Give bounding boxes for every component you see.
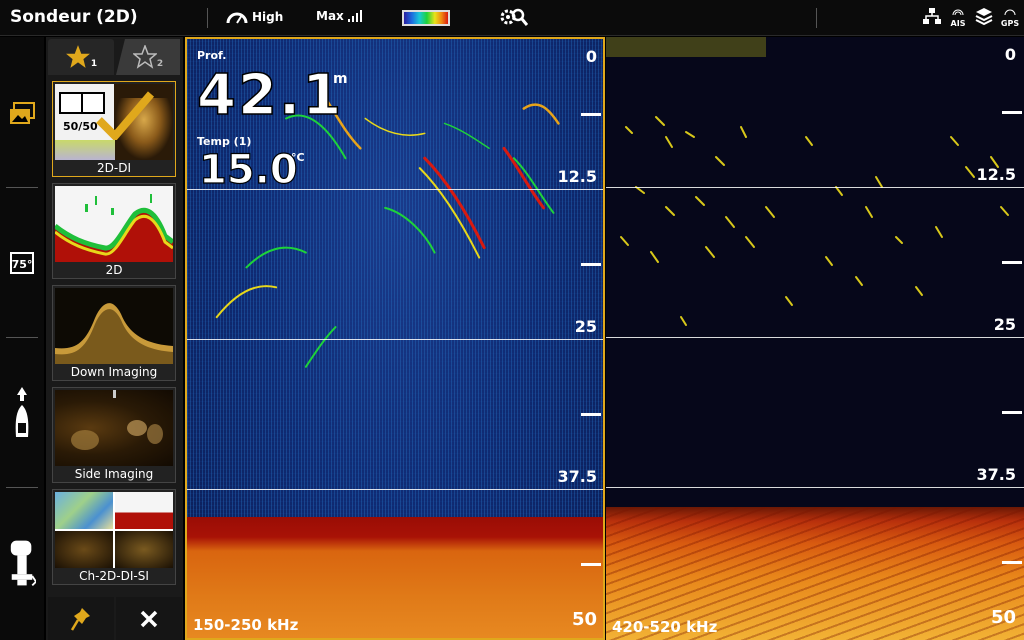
star-outline-icon (132, 45, 157, 69)
frequency-right: 420-520 kHz (612, 618, 718, 636)
divider (207, 8, 208, 28)
divider (816, 8, 817, 28)
settings-search-button[interactable] (498, 6, 528, 28)
favorite-tile-down-imaging[interactable]: Down Imaging (52, 285, 176, 381)
sonar-pane-down-imaging[interactable]: 0 12.5 25 37.5 50 420-520 kHz (606, 37, 1024, 640)
ais-label: AIS (950, 18, 966, 28)
range-button[interactable]: Max (316, 9, 362, 23)
favorite-tile-combo[interactable]: Ch-2D-DI-SI (52, 489, 176, 585)
depth-scale-25: 25 (993, 315, 1016, 334)
thumbnail-side-imaging (55, 390, 173, 466)
depth-scale-37-5: 37.5 (557, 467, 597, 486)
network-icon[interactable] (922, 7, 942, 27)
close-icon (140, 610, 158, 627)
signal-bars-icon (347, 10, 362, 22)
temperature-label: 75° (11, 258, 33, 271)
pin-icon (70, 607, 90, 631)
divider (6, 187, 38, 188)
depth-tick (581, 263, 601, 266)
favorite-tile-2d[interactable]: 2D (52, 183, 176, 279)
gps-icon[interactable]: GPS (1000, 7, 1020, 28)
tab-1-number: 1 (90, 59, 98, 69)
temperature-button[interactable]: 75° (8, 249, 36, 277)
depth-line-37-5 (606, 487, 1024, 488)
depth-tick (1002, 111, 1022, 114)
depth-unit: m (333, 71, 348, 87)
tile-label: Side Imaging (74, 467, 154, 481)
tile-label: 2D-DI (97, 161, 131, 175)
depth-label: Prof. (197, 49, 227, 62)
split-ratio-badge: 50/50 (63, 120, 98, 133)
depth-scale-0: 0 (1004, 45, 1016, 64)
depth-scale-12-5: 12.5 (557, 167, 597, 186)
pin-button[interactable] (48, 597, 114, 640)
favorite-tile-side-imaging[interactable]: Side Imaging (52, 387, 176, 483)
views-icon (10, 102, 35, 124)
depth-line-37-5 (187, 489, 603, 490)
depth-scale-50: 50 (990, 607, 1016, 628)
favorites-panel: 1 2 50/50 2D-DI 2D Down Imaging Side Ima… (46, 37, 183, 640)
tab-favorites-2[interactable]: 2 (116, 39, 180, 75)
layers-icon[interactable] (974, 6, 994, 28)
status-icons: AIS GPS (922, 6, 1020, 28)
outboard-motor-icon (10, 540, 36, 587)
page-title: Sondeur (2D) (10, 7, 138, 27)
depth-line-12-5 (606, 187, 1024, 188)
views-button[interactable] (8, 100, 36, 128)
depth-readout: 42.1 (196, 62, 344, 129)
tile-label: Down Imaging (70, 365, 158, 379)
left-rail: 75° (0, 37, 44, 640)
depth-scale-25: 25 (574, 317, 597, 336)
ais-icon[interactable]: AIS (948, 7, 968, 28)
speed-gauge-icon (226, 12, 248, 24)
depth-scale-12-5: 12.5 (976, 165, 1016, 184)
depth-tick (581, 113, 601, 116)
temperature-unit: °C (291, 151, 305, 164)
depth-line-25 (187, 339, 603, 340)
divider (6, 487, 38, 488)
tab-favorites-1[interactable]: 1 (48, 39, 114, 75)
boat-icon (15, 387, 29, 437)
motor-button[interactable] (8, 535, 36, 591)
depth-scale-50: 50 (571, 609, 597, 630)
frequency-left: 150-250 kHz (193, 616, 299, 634)
close-button[interactable] (116, 597, 182, 640)
thumbnail-down-imaging (55, 288, 173, 364)
thumbnail-combo (55, 492, 173, 568)
tab-2-number: 2 (156, 59, 164, 69)
temperature-readout: 15.0 (198, 146, 298, 193)
checkmark-icon (96, 91, 155, 140)
sensitivity-label: High (252, 10, 284, 24)
status-bar: Sondeur (2D) High Max AIS GPS (0, 0, 1024, 36)
depth-tick (1002, 561, 1022, 564)
range-label: Max (316, 9, 344, 23)
depth-line-25 (606, 337, 1024, 338)
settings-search-icon (500, 8, 528, 26)
depth-tick (1002, 411, 1022, 414)
favorite-tile-2d-di[interactable]: 50/50 2D-DI (52, 81, 176, 177)
thumbnail-2d-di: 50/50 (55, 84, 173, 160)
color-palette-button[interactable] (402, 10, 450, 26)
star-filled-icon (65, 45, 90, 68)
temperature-gauge-icon: 75° (10, 252, 34, 274)
divider (6, 337, 38, 338)
depth-tick (581, 563, 601, 566)
boat-button[interactable] (8, 387, 36, 443)
thumbnail-2d (55, 186, 173, 262)
sonar-pane-2d[interactable]: 0 12.5 25 37.5 50 Prof. 42.1 m Temp (1) … (185, 37, 605, 640)
favorites-tabs: 1 2 (46, 37, 183, 75)
depth-tick (581, 413, 601, 416)
favorites-footer (46, 597, 183, 640)
tile-label: 2D (105, 263, 123, 277)
gps-label: GPS (1000, 18, 1020, 28)
depth-scale-37-5: 37.5 (976, 465, 1016, 484)
depth-scale-0: 0 (585, 47, 597, 66)
sensitivity-button[interactable]: High (226, 9, 283, 25)
depth-tick (1002, 261, 1022, 264)
tile-label: Ch-2D-DI-SI (79, 569, 149, 583)
